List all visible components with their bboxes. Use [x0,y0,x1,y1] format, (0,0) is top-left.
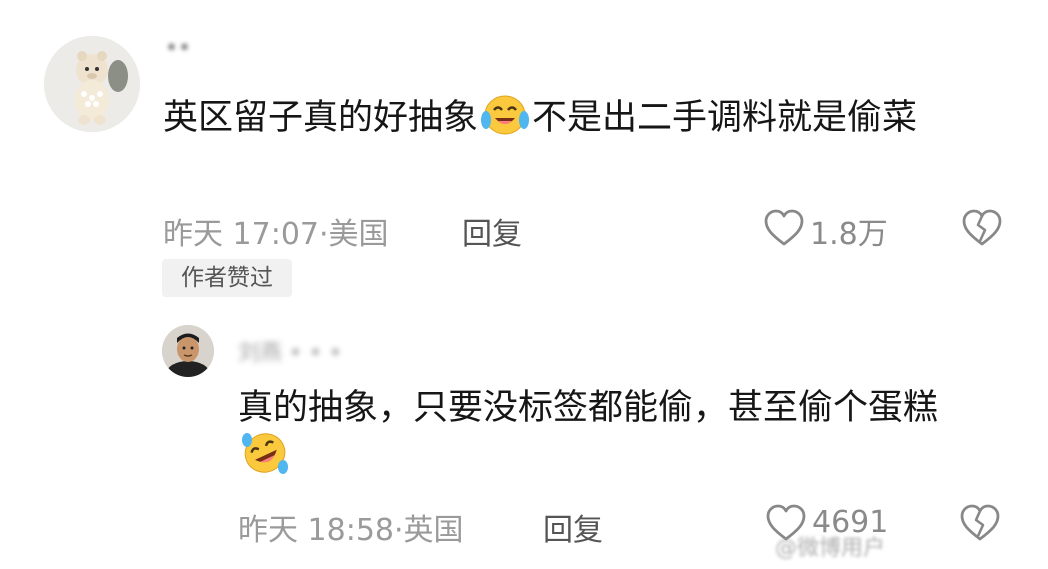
reply-button[interactable]: 回复 [462,209,522,253]
avatar[interactable] [44,36,140,132]
avatar[interactable] [162,325,214,377]
author-liked-badge: 作者赞过 [162,259,292,297]
like-count: 1.8万 [810,217,888,252]
comment-text: 真的抽象，只要没标签都能偷，甚至偷个蛋糕 [238,384,988,480]
comment-text: 英区留子真的好抽象 不是出二手调料就是偷菜 [163,94,1013,142]
rolling-laughing-face-icon [240,432,290,474]
comment-text-part: 英区留子真的好抽象 [163,98,479,138]
broken-heart-icon[interactable] [958,503,1002,543]
comment-location: 英国 [403,513,464,548]
comment-location: 美国 [328,217,389,252]
heart-icon[interactable] [762,208,806,248]
crying-laughing-face-icon [480,94,530,136]
watermark: @微博用户 [775,536,886,561]
comment-meta: 昨天 18:58·英国 [238,505,464,549]
comment-text-part: 真的抽象，只要没标签都能偷，甚至偷个蛋糕 [238,388,939,428]
comment-meta: 昨天 17:07·美国 [163,209,389,253]
comment-time: 昨天 18:58 [238,513,394,548]
comment-text-part: 不是出二手调料就是偷菜 [532,98,918,138]
meta-separator: · [394,513,404,548]
broken-heart-icon[interactable] [960,208,1004,248]
username[interactable]: 刘燕 • • • [238,335,342,367]
reply-button[interactable]: 回复 [543,505,603,549]
comment-time: 昨天 17:07 [163,217,319,252]
meta-separator: · [319,217,329,252]
username[interactable]: •• [165,36,191,61]
